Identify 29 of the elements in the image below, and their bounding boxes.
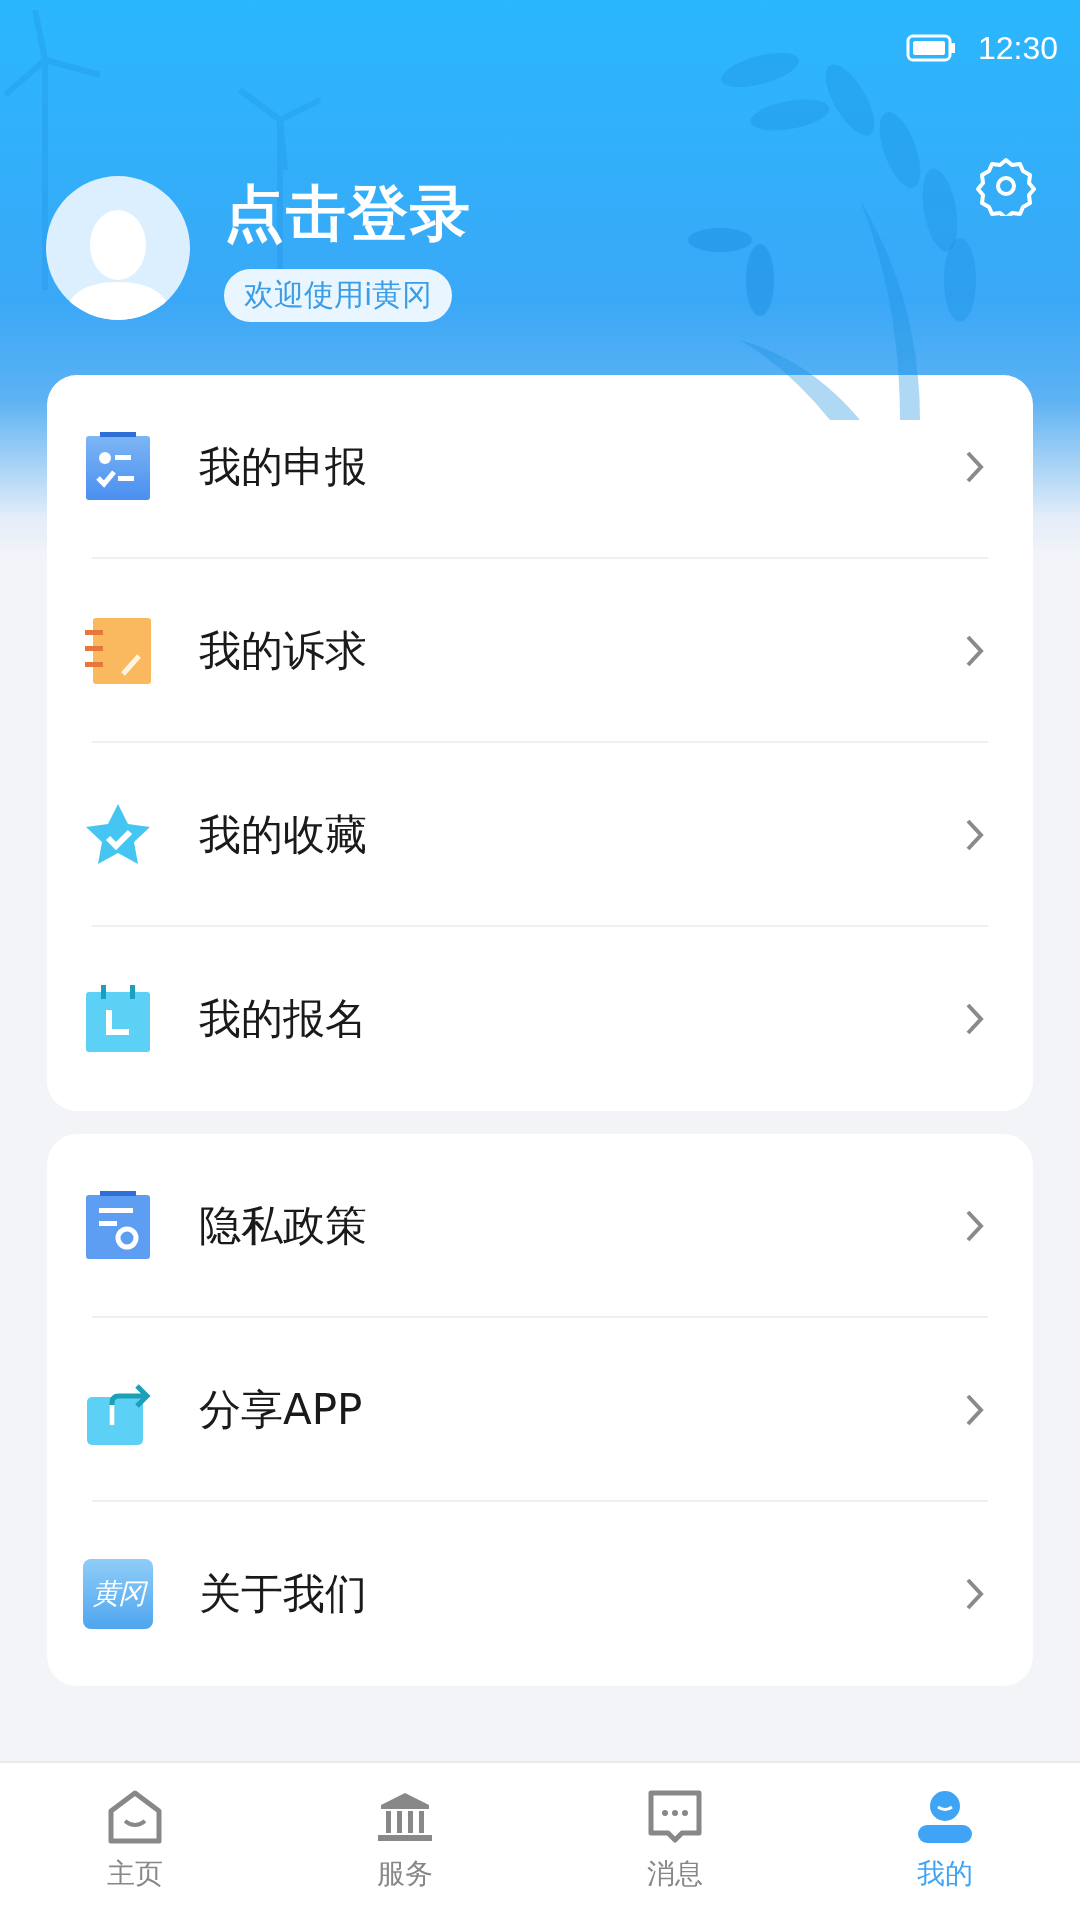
user-icon xyxy=(916,1789,974,1845)
chevron-icon xyxy=(965,1209,985,1243)
menu-item[interactable]: 我的收藏 xyxy=(199,807,965,863)
chevron-icon xyxy=(965,1002,985,1036)
menu-item[interactable]: 隐私政策 xyxy=(199,1198,965,1254)
chevron-icon xyxy=(965,450,985,484)
home-icon xyxy=(106,1789,164,1845)
menu-item[interactable]: 关于我们 xyxy=(199,1566,965,1622)
nav-tab[interactable]: 消息 xyxy=(540,1763,810,1920)
menu-item[interactable]: 分享APP xyxy=(199,1382,965,1438)
checklist-icon xyxy=(83,432,153,502)
status-time: 12:30 xyxy=(977,29,1058,67)
calendar-icon xyxy=(83,984,153,1054)
document-icon xyxy=(83,1191,153,1261)
chevron-icon xyxy=(965,634,985,668)
settings-icon[interactable] xyxy=(976,156,1036,216)
battery-icon xyxy=(905,34,956,62)
notebook-icon xyxy=(83,616,153,686)
message-icon xyxy=(646,1789,704,1845)
menu-item[interactable]: 我的报名 xyxy=(199,991,965,1047)
logo-icon: 黄冈 xyxy=(83,1559,153,1629)
menu-item[interactable]: 我的诉求 xyxy=(199,623,965,679)
nav-tab[interactable]: 主页 xyxy=(0,1763,270,1920)
nav-tab[interactable]: 服务 xyxy=(270,1763,540,1920)
menu-item[interactable]: 我的申报 xyxy=(199,439,965,495)
chevron-icon xyxy=(965,818,985,852)
chevron-icon xyxy=(965,1393,985,1427)
chevron-icon xyxy=(965,1577,985,1611)
welcome-badge: 欢迎使用i黄冈 xyxy=(224,269,453,322)
